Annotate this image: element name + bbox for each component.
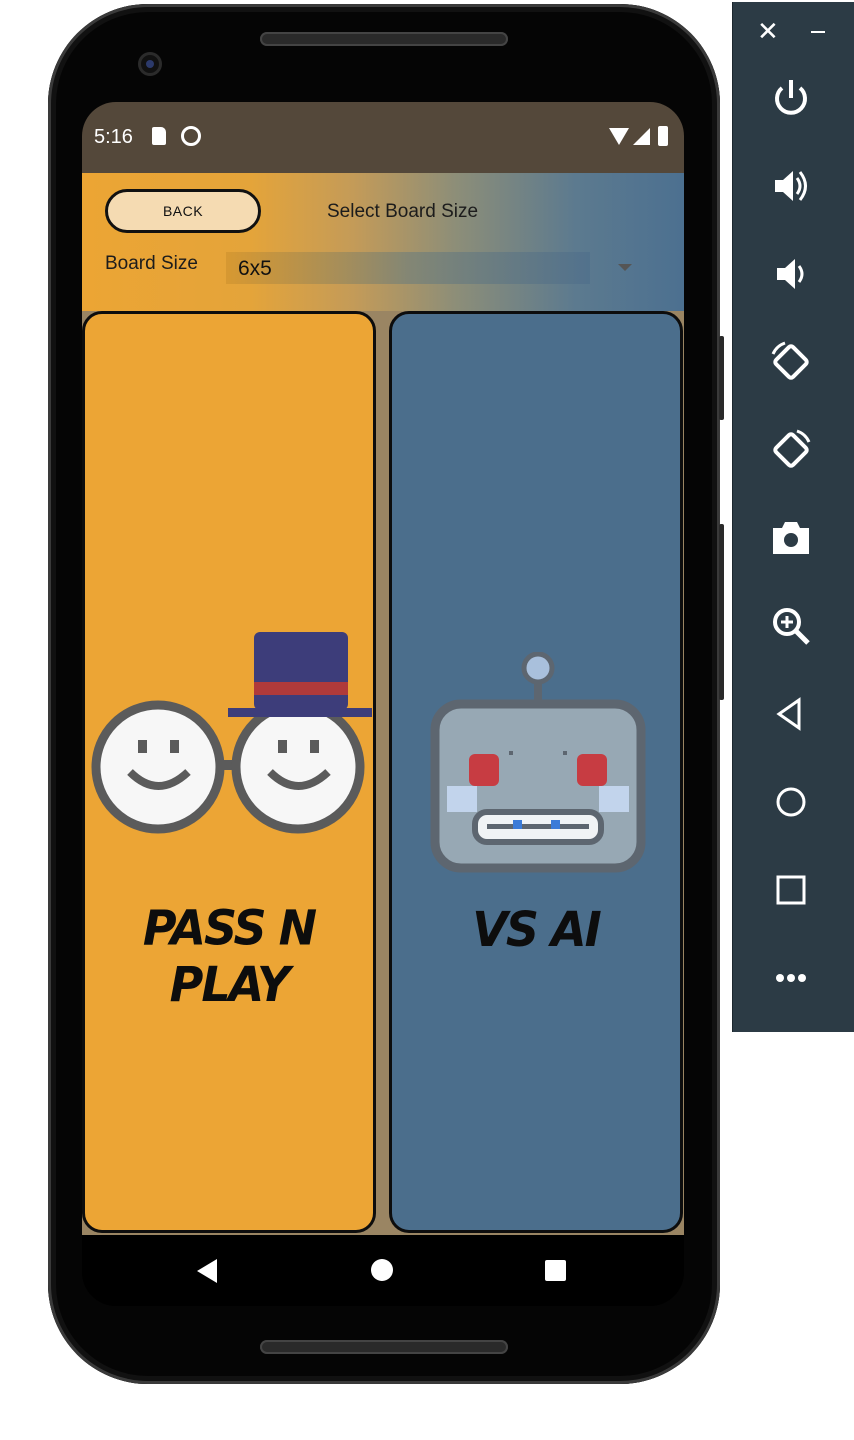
device-power-key	[719, 336, 724, 420]
device-volume-key	[719, 524, 724, 700]
home-icon[interactable]	[769, 780, 813, 824]
volume-down-icon[interactable]	[769, 252, 813, 296]
volume-up-icon[interactable]	[769, 164, 813, 208]
emulator-toolbar: ✕	[732, 2, 854, 1032]
rotate-left-icon[interactable]	[769, 340, 813, 384]
camera-icon[interactable]	[769, 516, 813, 560]
home-circle-icon[interactable]	[371, 1259, 393, 1281]
board-size-value: 6x5	[238, 257, 272, 280]
status-bar: 5:16	[82, 102, 684, 173]
top-speaker	[260, 32, 508, 46]
back-triangle-icon[interactable]	[197, 1259, 217, 1283]
minimize-icon[interactable]	[811, 31, 825, 33]
page-title: Select Board Size	[327, 201, 479, 222]
power-icon[interactable]	[769, 76, 813, 120]
pass-n-play-card[interactable]: PASS N PLAY	[82, 311, 376, 1233]
board-size-dropdown[interactable]: 6x5	[226, 252, 590, 284]
device-screen: 5:16 BACK Select Board Size Board Size 6…	[82, 102, 684, 1306]
wifi-icon	[609, 128, 629, 145]
recents-square-icon[interactable]	[545, 1260, 566, 1281]
bottom-speaker	[260, 1340, 508, 1354]
vs-ai-label: VS AI	[472, 900, 601, 958]
overview-icon[interactable]	[769, 868, 813, 912]
app-content: BACK Select Board Size Board Size 6x5 PA…	[82, 173, 684, 1235]
back-icon[interactable]	[769, 692, 813, 736]
vs-ai-card[interactable]: VS AI	[389, 311, 683, 1233]
status-time: 5:16	[94, 126, 133, 148]
zoom-icon[interactable]	[769, 604, 813, 648]
signal-icon	[633, 128, 650, 145]
two-smileys-with-top-hat-icon	[91, 632, 372, 834]
rotate-right-icon[interactable]	[769, 428, 813, 472]
navigation-bar	[82, 1235, 684, 1306]
board-size-label: Board Size	[105, 253, 198, 274]
more-icon[interactable]	[769, 956, 813, 1000]
close-icon[interactable]: ✕	[757, 16, 779, 46]
sd-card-icon	[152, 127, 166, 145]
pass-n-play-label: PASS N PLAY	[142, 899, 317, 1013]
battery-icon	[658, 126, 668, 146]
front-camera-icon	[138, 52, 162, 76]
back-button[interactable]: BACK	[105, 189, 261, 233]
chevron-down-icon[interactable]	[618, 264, 632, 271]
robot-head-icon	[430, 652, 646, 873]
sync-icon	[181, 126, 201, 146]
